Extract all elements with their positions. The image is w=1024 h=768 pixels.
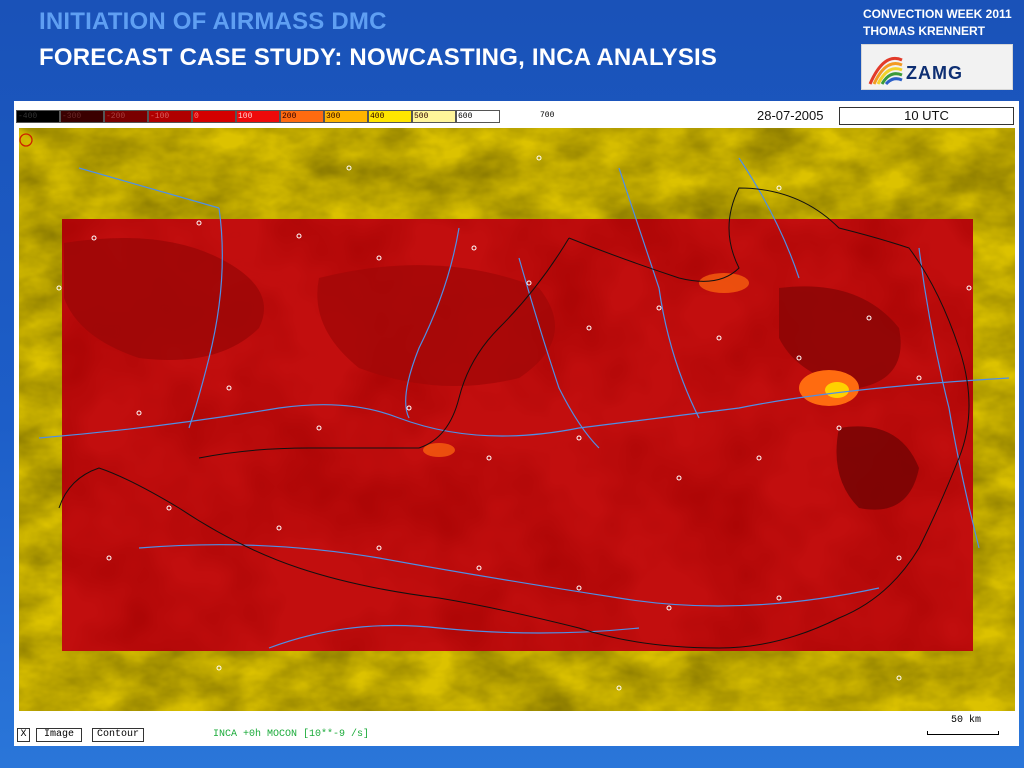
time-field[interactable]: 10 UTC [839, 107, 1014, 125]
analysis-date: 28-07-2005 [757, 108, 824, 123]
legend-cell: 300 [324, 110, 368, 123]
legend-cell: 500 [412, 110, 456, 123]
legend-cell: 200 [280, 110, 324, 123]
zamg-logo: ZAMG [861, 44, 1013, 90]
scale-bar [927, 731, 999, 735]
legend-cell: -100 [148, 110, 192, 123]
analysis-map[interactable] [19, 128, 1015, 711]
product-status: INCA +0h MOCON [10**-9 /s] [213, 729, 370, 740]
orange-patch-north [699, 273, 749, 293]
yellow-maximum [825, 382, 849, 398]
contour-button[interactable]: Contour [92, 728, 144, 742]
legend-cell: -400 [16, 110, 60, 123]
legend-cell: 0 [192, 110, 236, 123]
rainbow-logo-icon [868, 57, 903, 86]
legend-cell: -300 [60, 110, 104, 123]
scale-label: 50 km [951, 715, 982, 726]
conference-label: CONVECTION WEEK 2011 [863, 7, 1012, 21]
legend-cell: 600 [456, 110, 500, 123]
legend-cell: -200 [104, 110, 148, 123]
legend-max-label: 700 [540, 111, 555, 120]
close-button[interactable]: X [17, 728, 30, 742]
logo-text: ZAMG [906, 63, 963, 83]
author-label: THOMAS KRENNERT [863, 24, 985, 38]
inca-viewer: -400 -300 -200 -100 0 100 200 300 400 500 600 700 … [14, 101, 1019, 746]
slide-title: INITIATION OF AIRMASS DMC [39, 8, 387, 35]
image-button[interactable]: Image [36, 728, 82, 742]
legend-cell: 400 [368, 110, 412, 123]
legend-cell: 100 [236, 110, 280, 123]
slide-subtitle: FORECAST CASE STUDY: NOWCASTING, INCA AN… [39, 44, 718, 71]
orange-patch-south [423, 443, 455, 457]
